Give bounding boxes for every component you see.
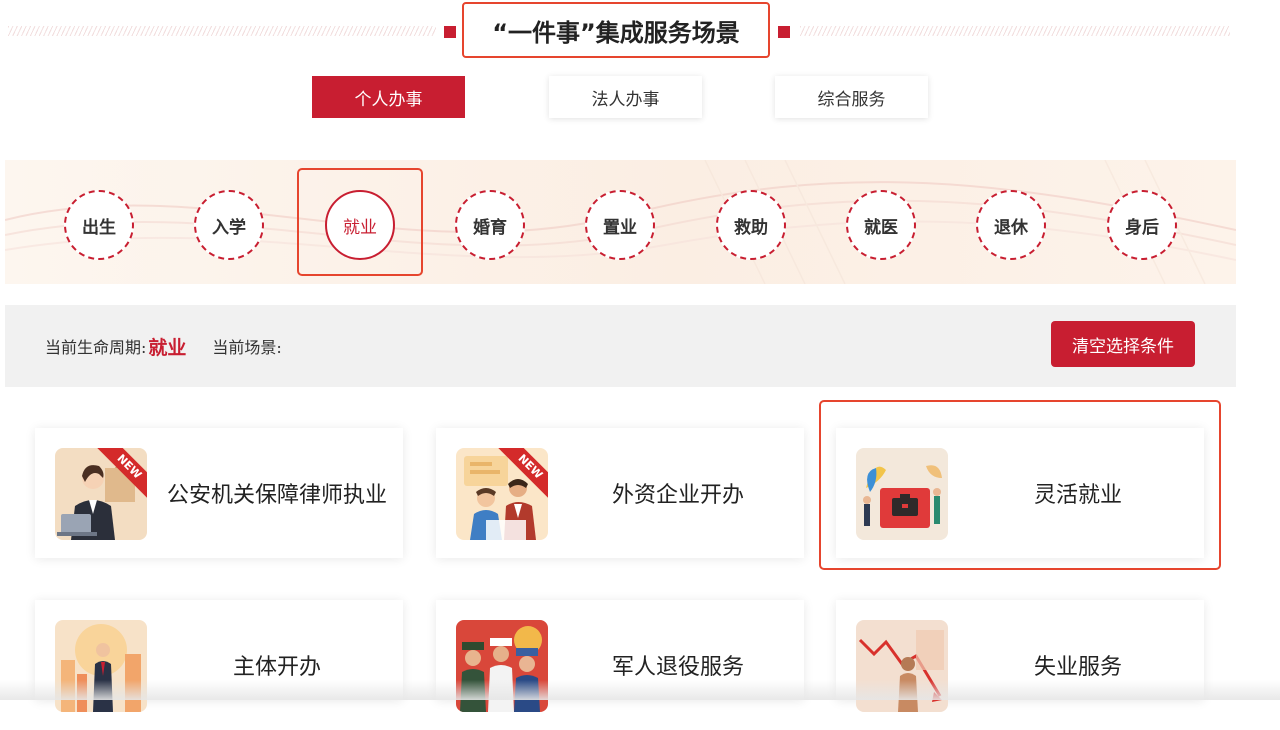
business-meeting-illustration-icon: NEW (456, 448, 548, 540)
tab-comprehensive[interactable]: 综合服务 (775, 76, 928, 118)
stage-selection-highlight (297, 168, 423, 276)
lawyer-illustration-icon: NEW (55, 448, 147, 540)
stage-after-death[interactable]: 身后 (1107, 190, 1177, 260)
header-square-left (444, 26, 456, 38)
stage-marriage-childbirth[interactable]: 婚育 (455, 190, 525, 260)
service-card-foreign-enterprise[interactable]: NEW 外资企业开办 (436, 428, 804, 558)
card-selection-highlight (819, 400, 1221, 570)
stage-property[interactable]: 置业 (585, 190, 655, 260)
stage-medical[interactable]: 就医 (846, 190, 916, 260)
service-card-lawyer[interactable]: NEW 公安机关保障律师执业 (35, 428, 403, 558)
tab-personal[interactable]: 个人办事 (312, 76, 465, 118)
lifecycle-value: 就业 (148, 336, 187, 359)
header-decoration-right (800, 26, 1230, 36)
tab-corporate[interactable]: 法人办事 (549, 76, 702, 118)
bottom-fade (0, 680, 1280, 700)
scene-label: 当前场景: (212, 338, 282, 357)
card-label: 外资企业开办 (611, 483, 744, 508)
card-label: 军人退役服务 (611, 655, 744, 680)
stage-school-entry[interactable]: 入学 (194, 190, 264, 260)
header-square-right (778, 26, 790, 38)
card-label: 公安机关保障律师执业 (166, 483, 387, 508)
section-title: “一件事”集成服务场景 (462, 2, 770, 58)
header-decoration-left (8, 26, 436, 36)
card-label: 主体开办 (232, 655, 321, 680)
section-header: “一件事”集成服务场景 (0, 0, 1280, 64)
stage-retirement[interactable]: 退休 (976, 190, 1046, 260)
card-label: 失业服务 (1033, 655, 1122, 680)
stage-birth[interactable]: 出生 (64, 190, 134, 260)
clear-filters-button[interactable]: 清空选择条件 (1051, 321, 1195, 367)
lifecycle-label: 当前生命周期: (45, 338, 147, 357)
status-text: 当前生命周期: 就业 当前场景: (45, 305, 282, 387)
stage-assistance[interactable]: 救助 (716, 190, 786, 260)
